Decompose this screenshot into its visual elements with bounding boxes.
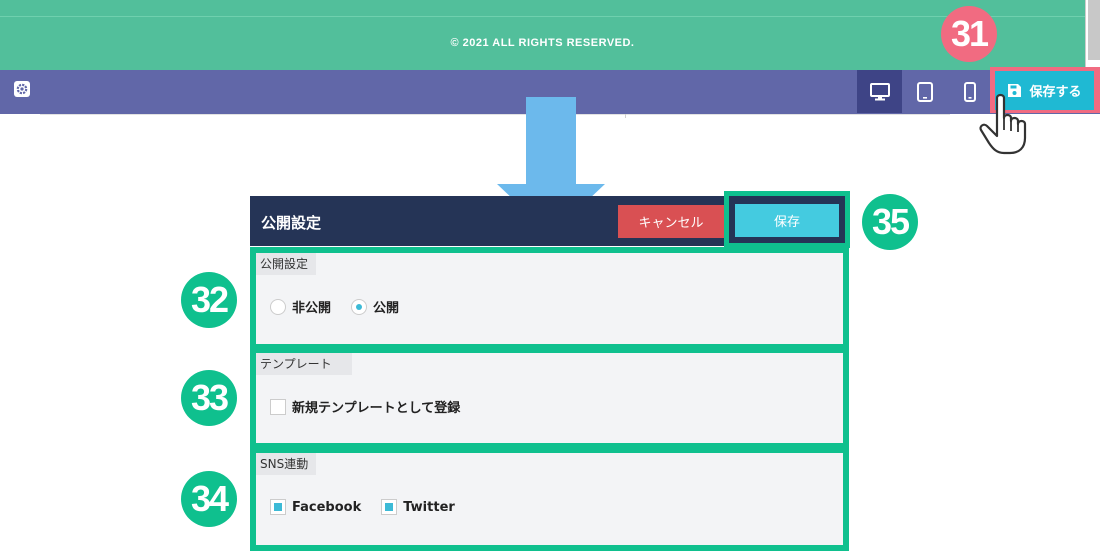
radio-button[interactable]	[351, 298, 368, 315]
template-section: テンプレート 新規テンプレートとして登録	[250, 347, 849, 449]
save-button-label: 保存する	[1029, 85, 1082, 100]
dialog-title: 公開設定	[261, 214, 322, 232]
sns-section: SNS連動 Facebook Twitter	[250, 447, 849, 551]
toolbar-tick	[625, 114, 626, 118]
hand-pointer-icon	[979, 93, 1027, 155]
copyright-text: © 2021 ALL RIGHTS RESERVED.	[450, 37, 635, 49]
checkbox-new-template[interactable]: 新規テンプレートとして登録	[270, 397, 460, 416]
checkbox-twitter[interactable]: Twitter	[381, 499, 455, 515]
checkbox-label: Facebook	[292, 499, 362, 515]
publish-settings-section: 公開設定 非公開 公開	[250, 247, 849, 350]
radio-button[interactable]	[270, 298, 286, 315]
radio-public[interactable]: 公開	[351, 297, 399, 316]
section-legend: SNS連動	[256, 453, 317, 475]
checkbox-label: Twitter	[403, 499, 455, 515]
scrollbar-thumb[interactable]	[1088, 0, 1100, 60]
step-badge-34: 34	[181, 471, 237, 527]
tablet-view-button[interactable]	[902, 70, 947, 113]
desktop-view-button[interactable]	[857, 70, 902, 113]
radio-label: 公開	[373, 301, 400, 316]
gear-icon[interactable]	[14, 81, 30, 97]
radio-label: 非公開	[292, 301, 332, 316]
checkbox[interactable]	[270, 499, 286, 515]
tablet-icon	[916, 81, 933, 102]
checkbox-facebook[interactable]: Facebook	[270, 499, 361, 515]
section-legend: テンプレート	[256, 353, 352, 375]
step-badge-35: 35	[862, 194, 918, 250]
footer-divider	[0, 16, 1085, 17]
desktop-icon	[869, 82, 890, 100]
radio-private[interactable]: 非公開	[270, 297, 331, 316]
dialog-save-button[interactable]: 保存	[735, 204, 839, 237]
site-footer	[0, 0, 1085, 70]
template-option: 新規テンプレートとして登録	[270, 397, 480, 416]
publish-options: 非公開 公開	[270, 297, 419, 316]
checkbox-label: 新規テンプレートとして登録	[292, 401, 461, 416]
checkbox[interactable]	[270, 398, 286, 415]
toolbar-underline	[40, 114, 950, 115]
mobile-icon	[963, 81, 976, 102]
cancel-button[interactable]: キャンセル	[618, 205, 724, 238]
checkbox[interactable]	[381, 499, 398, 515]
step-badge-33: 33	[181, 370, 237, 426]
sns-options: Facebook Twitter	[270, 499, 475, 515]
step-badge-31: 31	[941, 6, 997, 62]
section-legend: 公開設定	[256, 253, 317, 275]
step-badge-32: 32	[181, 272, 237, 328]
